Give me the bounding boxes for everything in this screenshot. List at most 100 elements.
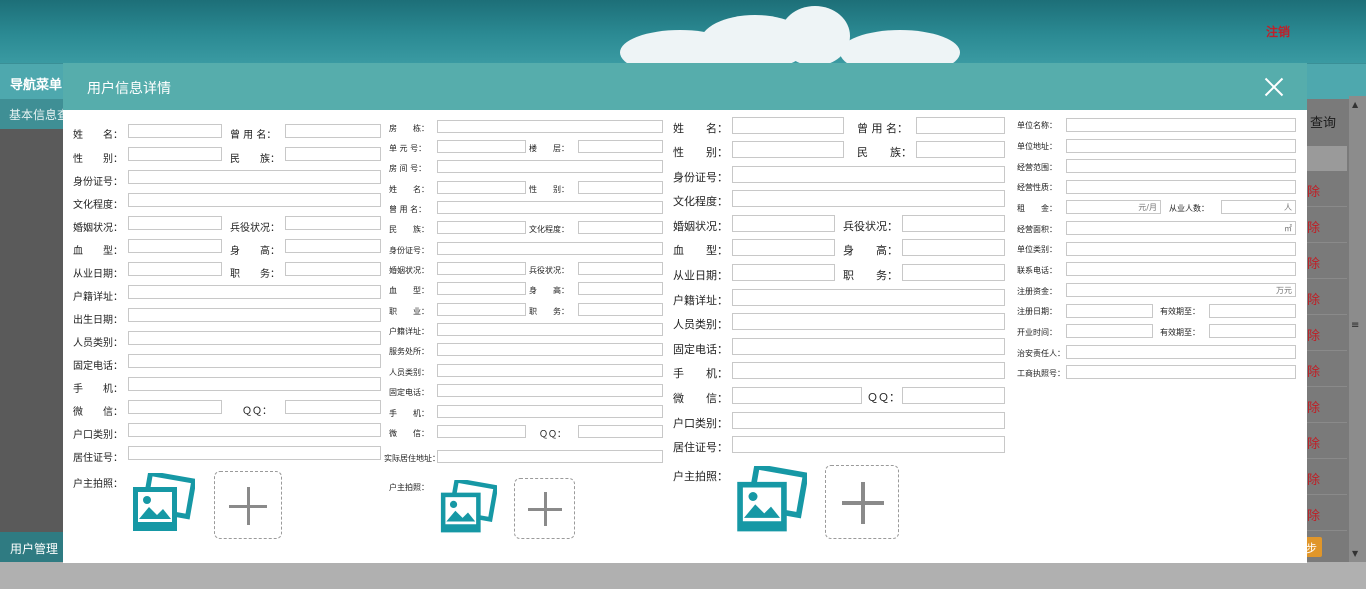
license-field[interactable]	[1066, 365, 1296, 379]
marriage-field[interactable]	[128, 216, 222, 230]
work-date-field[interactable]	[732, 264, 835, 281]
wechat-field[interactable]	[732, 387, 862, 404]
idno-field[interactable]	[437, 242, 663, 255]
gender-field[interactable]	[128, 147, 222, 161]
photo-gallery-icon[interactable]	[439, 480, 497, 536]
phone-field[interactable]	[732, 338, 1005, 355]
actual-address-field[interactable]	[437, 450, 663, 463]
hukou-type-field[interactable]	[732, 412, 1005, 429]
phone-field[interactable]	[437, 384, 663, 397]
unit-field[interactable]	[437, 140, 526, 153]
mobile-field[interactable]	[437, 405, 663, 418]
close-icon[interactable]	[1264, 77, 1284, 97]
delete-link[interactable]: 除	[1307, 352, 1347, 387]
name-field[interactable]	[437, 181, 526, 194]
query-button[interactable]: 查询	[1310, 112, 1336, 131]
name-field[interactable]	[128, 124, 222, 138]
mobile-field[interactable]	[732, 362, 1005, 379]
qq-field[interactable]	[902, 387, 1005, 404]
photo-gallery-icon[interactable]	[131, 473, 195, 535]
unit-address-field[interactable]	[1066, 139, 1296, 153]
alias-field[interactable]	[437, 201, 663, 214]
idno-field[interactable]	[732, 166, 1005, 183]
alias-field[interactable]	[916, 117, 1005, 134]
scroll-down-icon[interactable]: ▼	[1352, 549, 1358, 558]
qq-field[interactable]	[578, 425, 663, 438]
wechat-field[interactable]	[437, 425, 526, 438]
sidebar-item-basic-info[interactable]: 基本信息查	[0, 99, 63, 129]
idno-field[interactable]	[128, 170, 381, 184]
scroll-grip-icon[interactable]: ≡	[1351, 320, 1359, 331]
education-field[interactable]	[578, 221, 663, 234]
category-field[interactable]	[128, 331, 381, 345]
phone-field[interactable]	[128, 354, 381, 368]
name-field[interactable]	[732, 117, 844, 134]
delete-link[interactable]: 除	[1307, 424, 1347, 459]
wechat-field[interactable]	[128, 400, 222, 414]
floor-field[interactable]	[578, 140, 663, 153]
add-photo-button[interactable]	[514, 478, 575, 539]
job-field[interactable]	[437, 303, 526, 316]
marriage-field[interactable]	[732, 215, 835, 232]
valid-until-field[interactable]	[1209, 324, 1296, 338]
mobile-field[interactable]	[128, 377, 381, 391]
ethnic-field[interactable]	[916, 141, 1005, 158]
logout-link[interactable]: 注销	[1266, 23, 1290, 40]
capital-field[interactable]	[1066, 283, 1296, 297]
valid-until-field[interactable]	[1209, 304, 1296, 318]
education-field[interactable]	[732, 190, 1005, 207]
security-person-field[interactable]	[1066, 345, 1296, 359]
sidebar-item-user-management[interactable]: 用户管理	[0, 532, 63, 562]
ethnic-field[interactable]	[285, 147, 381, 161]
alias-field[interactable]	[285, 124, 381, 138]
delete-link[interactable]: 除	[1307, 496, 1347, 531]
add-photo-button[interactable]	[825, 465, 899, 539]
military-field[interactable]	[578, 262, 663, 275]
residence-field[interactable]	[732, 436, 1005, 453]
domicile-field[interactable]	[732, 289, 1005, 306]
military-field[interactable]	[285, 216, 381, 230]
birth-field[interactable]	[128, 308, 381, 322]
residence-field[interactable]	[128, 446, 381, 460]
delete-link[interactable]: 除	[1307, 208, 1347, 243]
duty-field[interactable]	[902, 264, 1005, 281]
contact-field[interactable]	[1066, 262, 1296, 276]
height-field[interactable]	[285, 239, 381, 253]
nature-field[interactable]	[1066, 180, 1296, 194]
education-field[interactable]	[128, 193, 381, 207]
ethnic-field[interactable]	[437, 221, 526, 234]
delete-link[interactable]: 除	[1307, 280, 1347, 315]
house-field[interactable]	[437, 120, 663, 133]
unit-name-field[interactable]	[1066, 118, 1296, 132]
service-field[interactable]	[437, 343, 663, 356]
reg-date-field[interactable]	[1066, 304, 1153, 318]
delete-link[interactable]: 除	[1307, 460, 1347, 495]
delete-link[interactable]: 除	[1307, 172, 1347, 207]
area-field[interactable]	[1066, 221, 1296, 235]
category-field[interactable]	[732, 313, 1005, 330]
blood-field[interactable]	[437, 282, 526, 295]
staff-count-field[interactable]	[1221, 200, 1296, 214]
scroll-up-icon[interactable]: ▲	[1352, 100, 1358, 109]
category-field[interactable]	[437, 364, 663, 377]
military-field[interactable]	[902, 215, 1005, 232]
hukou-type-field[interactable]	[128, 423, 381, 437]
height-field[interactable]	[578, 282, 663, 295]
gender-field[interactable]	[732, 141, 844, 158]
delete-link[interactable]: 除	[1307, 388, 1347, 423]
duty-field[interactable]	[285, 262, 381, 276]
room-field[interactable]	[437, 160, 663, 173]
work-date-field[interactable]	[128, 262, 222, 276]
domicile-field[interactable]	[128, 285, 381, 299]
domicile-field[interactable]	[437, 323, 663, 336]
marriage-field[interactable]	[437, 262, 526, 275]
qq-field[interactable]	[285, 400, 381, 414]
scope-field[interactable]	[1066, 159, 1296, 173]
height-field[interactable]	[902, 239, 1005, 256]
gender-field[interactable]	[578, 181, 663, 194]
delete-link[interactable]: 除	[1307, 244, 1347, 279]
duty-field[interactable]	[578, 303, 663, 316]
rent-field[interactable]	[1066, 200, 1161, 214]
open-time-field[interactable]	[1066, 324, 1153, 338]
photo-gallery-icon[interactable]	[735, 466, 807, 536]
